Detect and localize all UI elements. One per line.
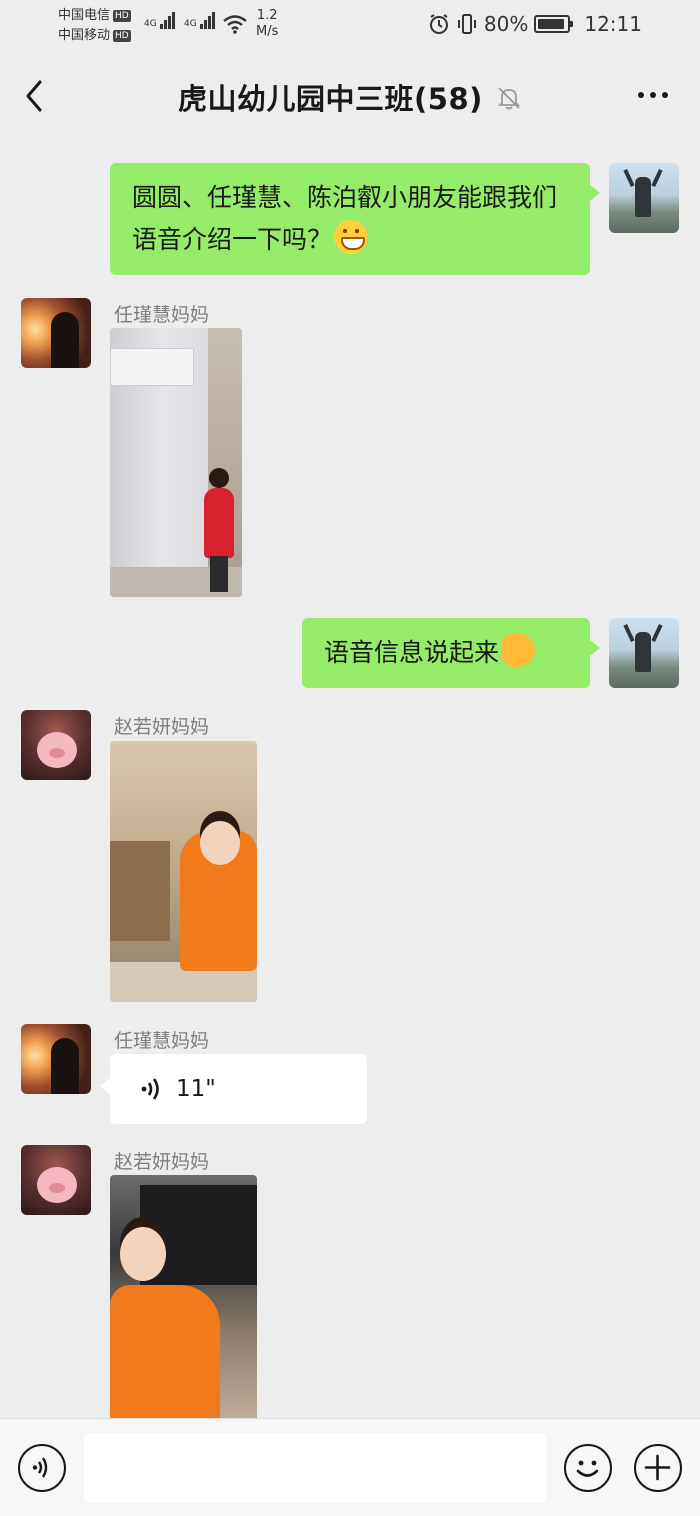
- carrier-1: 中国电信: [58, 8, 111, 23]
- sender-name: 赵若妍妈妈: [114, 716, 210, 738]
- sender-name: 任瑾慧妈妈: [114, 304, 210, 326]
- chat-header: 虎山幼儿园中三班(58): [0, 54, 700, 138]
- avatar-self[interactable]: [609, 163, 679, 233]
- status-bar: 中国电信 HD 中国移动 HD 4G 4G 1.2 M/s 80% 12:11: [0, 0, 700, 54]
- network-type-2: 4G: [184, 19, 197, 29]
- message-list[interactable]: 圆圆、任瑾慧、陈泊叡小朋友能跟我们语音介绍一下吗？ 任瑾慧妈妈 语音信息说起来 …: [0, 138, 700, 1418]
- emoji-button[interactable]: [564, 1444, 612, 1492]
- hd-badge-2: HD: [113, 30, 131, 42]
- battery-percent: 80%: [483, 12, 529, 36]
- alarm-icon: [429, 14, 448, 34]
- avatar-other[interactable]: [21, 1145, 91, 1215]
- clock: 12:11: [584, 12, 642, 36]
- message-input[interactable]: [84, 1433, 546, 1503]
- status-right: 80% 12:11: [428, 12, 642, 36]
- carrier-info: 中国电信 HD 中国移动 HD: [58, 6, 131, 46]
- avatar-other[interactable]: [21, 710, 91, 780]
- carrier-2: 中国移动: [58, 28, 111, 43]
- voice-wave-icon: [141, 1078, 159, 1100]
- sender-name: 任瑾慧妈妈: [114, 1030, 210, 1052]
- input-bar: [0, 1418, 700, 1516]
- speed-value: 1.2: [256, 8, 278, 23]
- signal-icon-2: 4G: [184, 12, 216, 29]
- grinning-face-icon: [334, 220, 369, 254]
- wifi-icon: [223, 15, 247, 34]
- voice-duration: 11": [176, 1076, 216, 1102]
- signal-icon-1: 4G: [144, 12, 176, 29]
- voice-input-button[interactable]: [18, 1444, 66, 1492]
- mute-bell-icon: [497, 87, 521, 110]
- smiley-icon: [576, 1460, 599, 1477]
- title-wrap: 虎山幼儿园中三班(58): [0, 76, 700, 118]
- battery-icon: [534, 15, 574, 33]
- voice-wave-icon: [32, 1457, 48, 1478]
- image-message[interactable]: [110, 328, 242, 597]
- message-text: 语音信息说起来: [324, 638, 500, 667]
- hd-badge-1: HD: [113, 10, 131, 22]
- avatar-other[interactable]: [21, 298, 91, 368]
- sender-name: 赵若妍妈妈: [114, 1151, 210, 1173]
- voice-message[interactable]: 11": [100, 1054, 367, 1124]
- avatar-self[interactable]: [609, 618, 679, 688]
- plus-icon: [644, 1454, 671, 1481]
- more-functions-button[interactable]: [634, 1444, 682, 1492]
- network-type-1: 4G: [144, 19, 157, 29]
- ok-hand-icon: [501, 633, 536, 667]
- image-message[interactable]: [110, 741, 257, 1002]
- network-speed: 1.2 M/s: [256, 8, 278, 40]
- speed-unit: M/s: [256, 24, 279, 39]
- message-bubble-self[interactable]: 圆圆、任瑾慧、陈泊叡小朋友能跟我们语音介绍一下吗？: [110, 163, 600, 275]
- more-options-icon[interactable]: [638, 92, 668, 98]
- avatar-other[interactable]: [21, 1024, 91, 1094]
- chat-title: 虎山幼儿园中三班(58): [178, 82, 483, 116]
- vibrate-icon: [457, 14, 476, 34]
- message-bubble-self[interactable]: 语音信息说起来: [302, 618, 600, 688]
- image-message[interactable]: [110, 1175, 257, 1418]
